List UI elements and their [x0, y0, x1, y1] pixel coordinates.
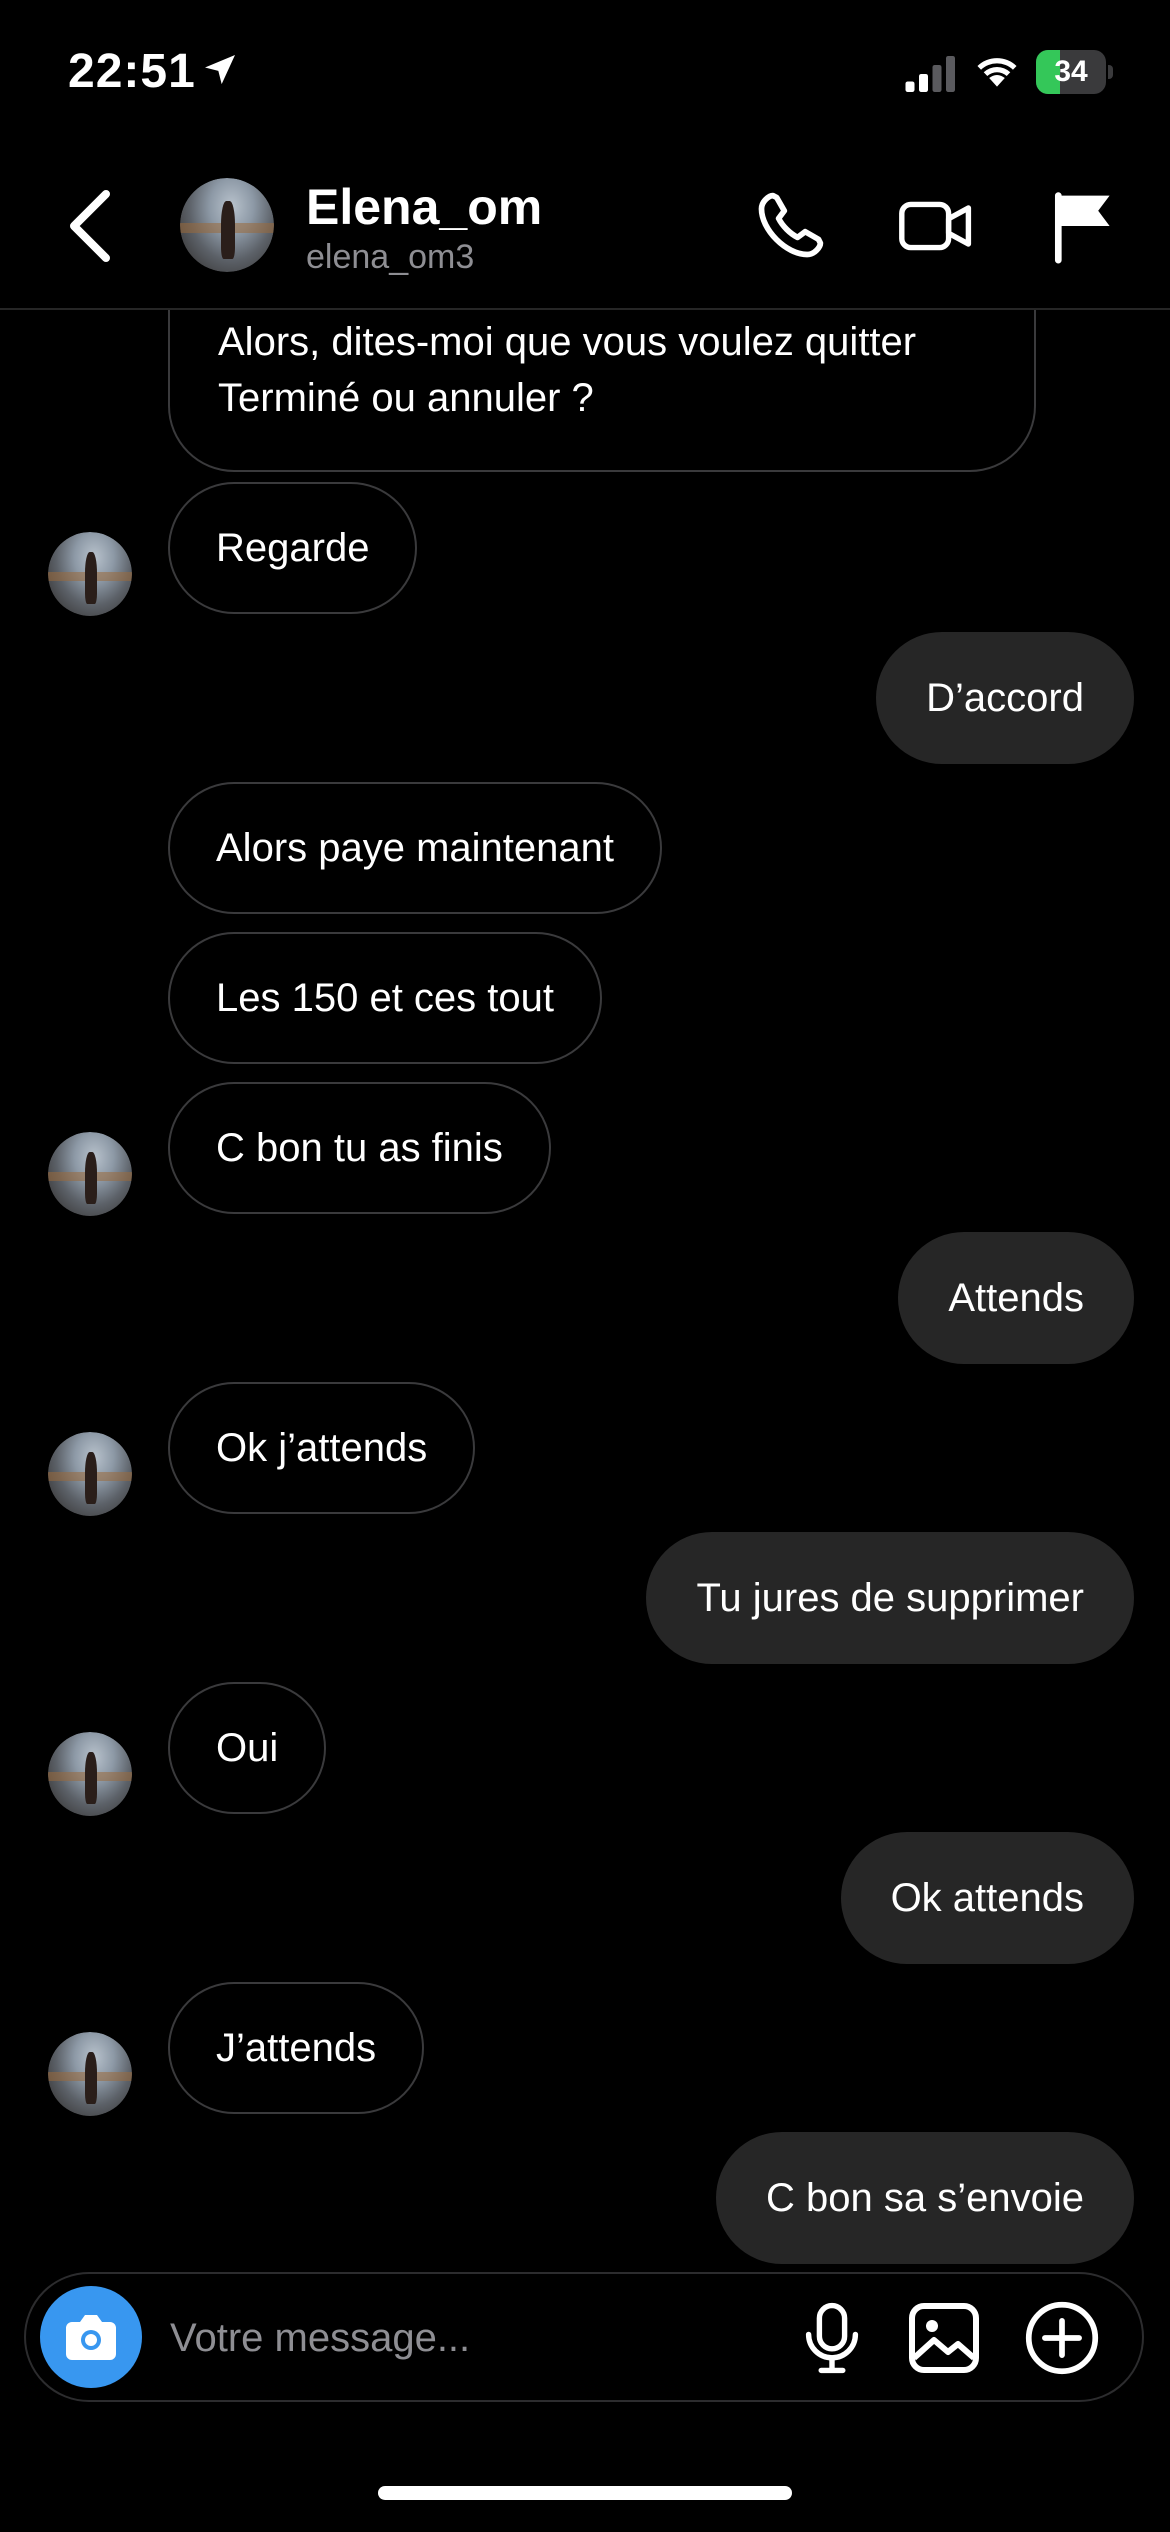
flag-icon[interactable]: [1050, 188, 1116, 264]
message-composer: [24, 2272, 1144, 2402]
avatar[interactable]: [48, 2032, 132, 2116]
message-thread[interactable]: Alors, dites-moi que vous voulez quitter…: [0, 310, 1170, 2270]
camera-button[interactable]: [40, 2286, 142, 2388]
avatar[interactable]: [48, 1732, 132, 1816]
battery-icon: 34: [1036, 50, 1114, 94]
avatar[interactable]: [48, 1132, 132, 1216]
message-outgoing[interactable]: Ok attends: [840, 1832, 1134, 1964]
message-outgoing[interactable]: C bon sa s’envoie: [716, 2132, 1134, 2264]
chat-header: Elena_om elena_om3: [0, 150, 1170, 310]
message-outgoing[interactable]: D’accord: [876, 632, 1134, 764]
avatar[interactable]: [48, 1432, 132, 1516]
back-icon[interactable]: [62, 186, 122, 266]
camera-icon: [66, 2315, 116, 2360]
message-input[interactable]: [168, 2304, 772, 2372]
message-incoming[interactable]: Alors, dites-moi que vous voulez quitter…: [168, 310, 1036, 472]
plus-icon[interactable]: [1024, 2300, 1100, 2376]
message-incoming[interactable]: Ok j’attends: [168, 1382, 476, 1514]
avatar[interactable]: [180, 178, 274, 272]
message-outgoing[interactable]: Tu jures de supprimer: [646, 1532, 1134, 1664]
home-indicator[interactable]: [378, 2486, 792, 2500]
message-incoming[interactable]: Les 150 et ces tout: [168, 932, 603, 1064]
gallery-icon[interactable]: [908, 2302, 980, 2374]
battery-level: 34: [1054, 55, 1088, 88]
avatar[interactable]: [48, 532, 132, 616]
message-incoming[interactable]: C bon tu as finis: [168, 1082, 551, 1214]
video-icon[interactable]: [896, 190, 976, 262]
message-incoming[interactable]: Oui: [168, 1682, 327, 1814]
status-time: 22:51: [68, 45, 196, 98]
contact-username[interactable]: elena_om3: [306, 238, 474, 277]
microphone-icon[interactable]: [800, 2302, 864, 2374]
phone-icon[interactable]: [752, 188, 828, 264]
location-arrow-icon: [205, 55, 235, 85]
message-incoming[interactable]: J’attends: [168, 1982, 425, 2114]
message-outgoing[interactable]: Attends: [898, 1232, 1134, 1364]
status-bar: 22:51 34: [0, 0, 1170, 150]
wifi-icon: [977, 58, 1017, 87]
message-incoming[interactable]: Alors paye maintenant: [168, 782, 663, 914]
signal-icon: [905, 56, 955, 92]
contact-name[interactable]: Elena_om: [306, 178, 542, 236]
message-incoming[interactable]: Regarde: [168, 482, 418, 614]
